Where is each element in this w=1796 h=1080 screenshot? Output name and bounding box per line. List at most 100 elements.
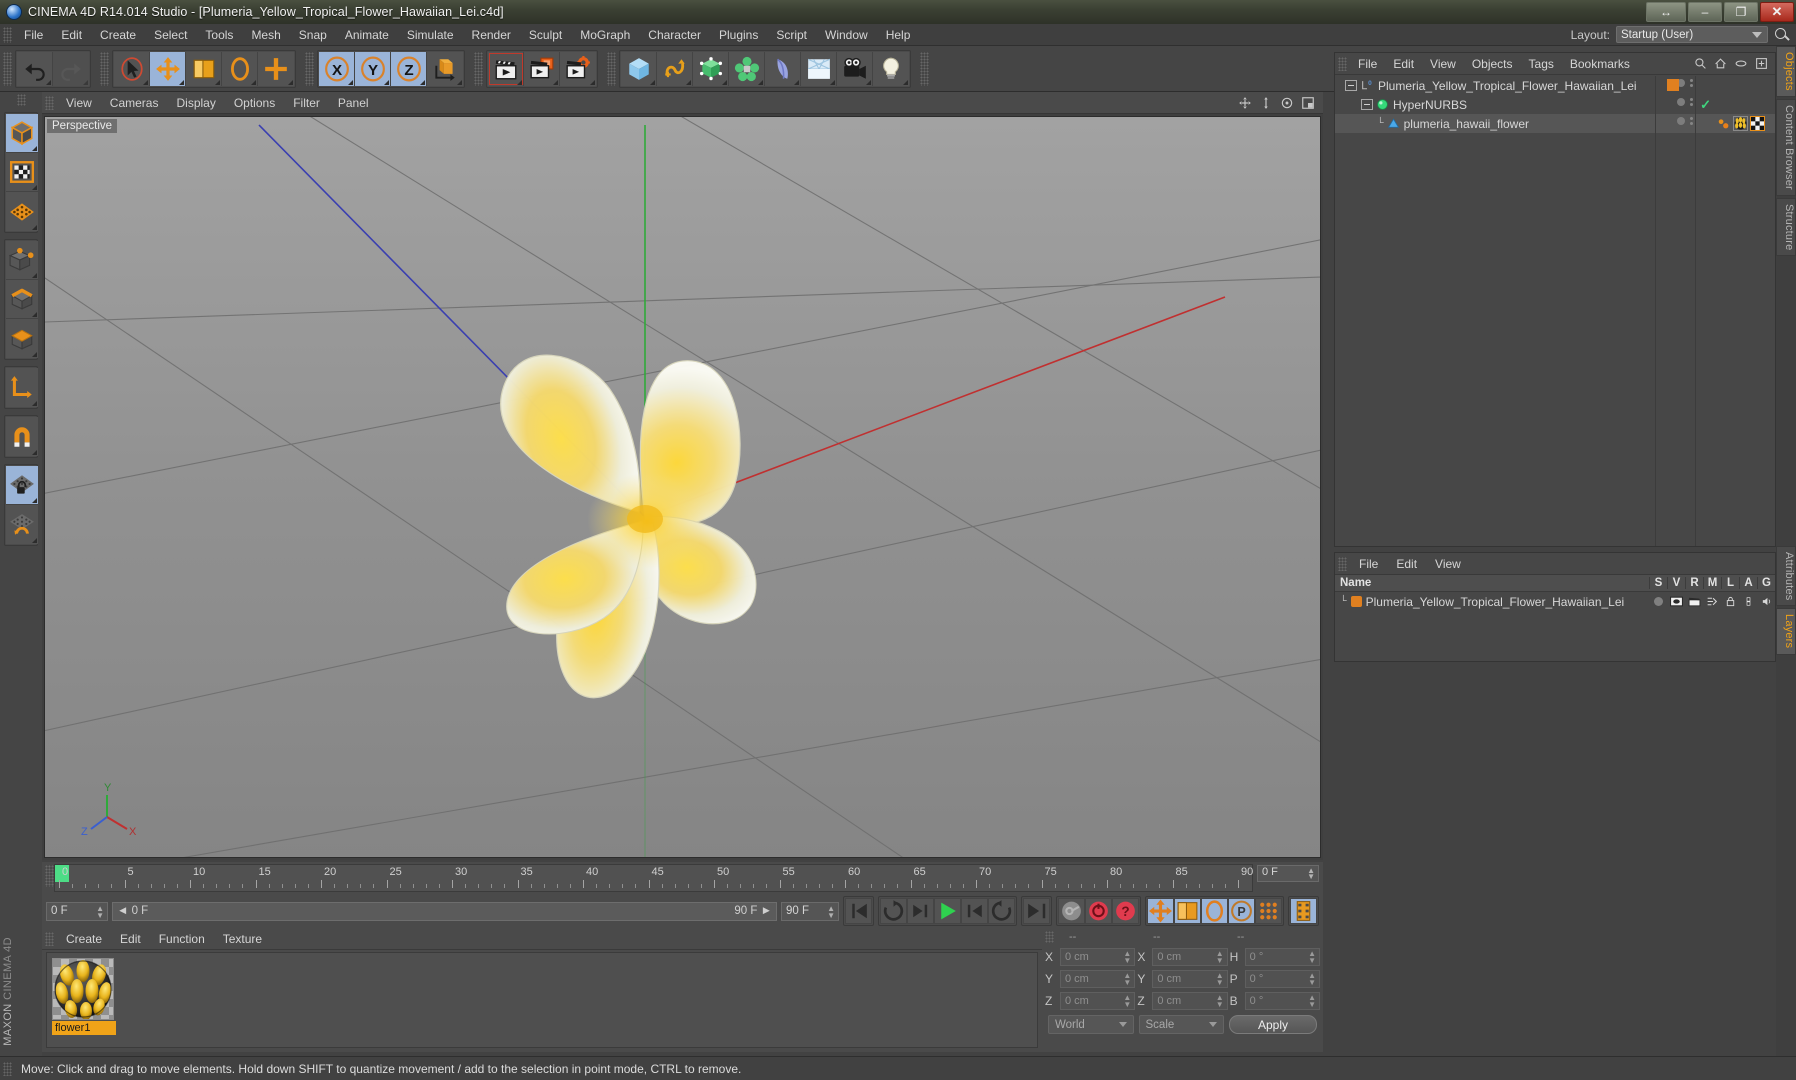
max-frame-field[interactable]: 90 F ▲ ▼ xyxy=(781,901,839,921)
menu-item-snap[interactable]: Snap xyxy=(290,26,336,44)
menu-item-function[interactable]: Function xyxy=(150,930,214,948)
record-active-objects-button[interactable] xyxy=(1058,898,1085,924)
spinner-icon[interactable]: ▲ ▼ xyxy=(1308,994,1316,1009)
toolbar-grip-handle[interactable] xyxy=(920,51,929,86)
rotate-view-icon[interactable] xyxy=(1280,96,1294,110)
scale-tool[interactable] xyxy=(186,51,222,86)
undo-button[interactable] xyxy=(17,51,53,86)
menu-item-window[interactable]: Window xyxy=(816,26,877,44)
search-icon[interactable] xyxy=(1774,27,1790,43)
position-z-input[interactable]: 0 cm ▲ ▼ xyxy=(1060,992,1136,1010)
model-mode-button[interactable] xyxy=(6,114,38,153)
layer-column-header-a[interactable]: A xyxy=(1739,577,1757,589)
add-light-button[interactable] xyxy=(873,51,909,86)
parameter-key-button[interactable]: P xyxy=(1228,898,1255,924)
add-spline-button[interactable] xyxy=(657,51,693,86)
layer-lock-cell[interactable] xyxy=(1721,596,1739,607)
point-level-animation-button[interactable] xyxy=(1255,898,1282,924)
layout-select[interactable]: Startup (User) xyxy=(1616,26,1768,43)
menu-item-bookmarks[interactable]: Bookmarks xyxy=(1562,55,1638,73)
polygons-mode-button[interactable] xyxy=(6,319,38,358)
live-selection-tool[interactable] xyxy=(114,51,150,86)
layer-color-swatch[interactable] xyxy=(1350,596,1362,607)
left-toolbar-grip-handle[interactable] xyxy=(16,94,26,106)
previous-frame-button[interactable] xyxy=(907,898,934,924)
spinner-icon[interactable]: ▲ ▼ xyxy=(827,904,835,919)
layer-table-body[interactable]: └ Plumeria_Yellow_Tropical_Flower_Hawaiia… xyxy=(1335,592,1775,611)
menu-item-edit[interactable]: Edit xyxy=(111,930,150,948)
spinner-icon[interactable]: ▲ ▼ xyxy=(1123,994,1131,1009)
toolbar-grip-handle[interactable] xyxy=(3,51,12,86)
collapse-expander-icon[interactable] xyxy=(1345,80,1357,91)
layer-row[interactable]: └ Plumeria_Yellow_Tropical_Flower_Hawaiia… xyxy=(1335,592,1775,611)
menu-item-script[interactable]: Script xyxy=(767,26,816,44)
layer-manager-grip-handle[interactable] xyxy=(1338,556,1347,571)
menu-item-filter[interactable]: Filter xyxy=(284,94,329,112)
world-object-coordinate-toggle[interactable] xyxy=(427,51,463,86)
menu-item-edit[interactable]: Edit xyxy=(1387,555,1426,573)
layer-visible-cell[interactable] xyxy=(1667,596,1685,607)
perspective-viewport[interactable]: Perspective Y X Z xyxy=(44,116,1321,858)
menu-item-tags[interactable]: Tags xyxy=(1521,55,1562,73)
lock-z-axis[interactable]: Z xyxy=(391,51,427,86)
toolbar-grip-handle[interactable] xyxy=(100,51,109,86)
coordinate-system-select[interactable]: World xyxy=(1048,1015,1134,1034)
collapse-expander-icon[interactable] xyxy=(1361,99,1373,110)
minimize-button[interactable]: – xyxy=(1688,2,1722,22)
spinner-icon[interactable]: ▲ ▼ xyxy=(1307,867,1315,881)
layer-solo-cell[interactable] xyxy=(1649,597,1667,606)
add-nurbs-button[interactable] xyxy=(693,51,729,86)
next-frame-button[interactable] xyxy=(961,898,988,924)
autokeying-button[interactable] xyxy=(1085,898,1112,924)
restore-arrows-button[interactable]: ↔ xyxy=(1646,2,1686,22)
rotation-h-input[interactable]: 0 ° ▲ ▼ xyxy=(1244,948,1320,966)
layer-generator-cell[interactable] xyxy=(1757,596,1775,607)
menu-item-animate[interactable]: Animate xyxy=(336,26,398,44)
viewport-grip-handle[interactable] xyxy=(45,95,54,110)
size-y-input[interactable]: 0 cm ▲ ▼ xyxy=(1152,970,1228,988)
menu-item-view[interactable]: View xyxy=(1422,55,1464,73)
spinner-icon[interactable]: ▲ ▼ xyxy=(1308,950,1316,965)
spinner-icon[interactable]: ▲ ▼ xyxy=(1216,972,1224,987)
points-mode-button[interactable] xyxy=(6,241,38,280)
menu-item-cameras[interactable]: Cameras xyxy=(101,94,168,112)
apply-button[interactable]: Apply xyxy=(1229,1015,1317,1034)
render-view-button[interactable] xyxy=(488,51,524,86)
menu-item-mograph[interactable]: MoGraph xyxy=(571,26,639,44)
maximize-view-icon[interactable] xyxy=(1301,96,1315,110)
play-button[interactable] xyxy=(934,898,961,924)
redo-button[interactable] xyxy=(53,51,89,86)
add-floor-button[interactable] xyxy=(801,51,837,86)
rotate-tool[interactable] xyxy=(222,51,258,86)
material-swatch[interactable]: flower1 xyxy=(52,958,116,1035)
dolly-view-icon[interactable] xyxy=(1259,96,1273,110)
position-y-input[interactable]: 0 cm ▲ ▼ xyxy=(1060,970,1136,988)
layer-animation-cell[interactable] xyxy=(1739,596,1757,607)
menu-item-objects[interactable]: Objects xyxy=(1464,55,1521,73)
edge-tab-attributes[interactable]: Attributes xyxy=(1776,546,1796,607)
pan-view-icon[interactable] xyxy=(1238,96,1252,110)
menu-item-create[interactable]: Create xyxy=(57,930,111,948)
maximize-button[interactable]: ❐ xyxy=(1724,2,1758,22)
menu-item-render[interactable]: Render xyxy=(463,26,520,44)
menu-item-display[interactable]: Display xyxy=(167,94,224,112)
plus-box-icon[interactable] xyxy=(1755,57,1768,70)
spinner-icon[interactable]: ▲ ▼ xyxy=(1216,994,1224,1009)
position-key-button[interactable] xyxy=(1147,898,1174,924)
edge-tab-content-browser[interactable]: Content Browser xyxy=(1776,98,1796,196)
lock-workplane-button[interactable] xyxy=(6,466,38,505)
menu-item-edit[interactable]: Edit xyxy=(1385,55,1422,73)
menu-item-help[interactable]: Help xyxy=(877,26,920,44)
rotation-b-input[interactable]: 0 ° ▲ ▼ xyxy=(1244,992,1320,1010)
menu-item-texture[interactable]: Texture xyxy=(214,930,271,948)
spinner-icon[interactable]: ▲ ▼ xyxy=(1123,972,1131,987)
menu-item-tools[interactable]: Tools xyxy=(196,26,242,44)
spinner-icon[interactable]: ▲ ▼ xyxy=(1216,950,1224,965)
layer-column-header-r[interactable]: R xyxy=(1685,577,1703,589)
keyframe-selection-button[interactable]: ? xyxy=(1112,898,1139,924)
size-x-input[interactable]: 0 cm ▲ ▼ xyxy=(1152,948,1228,966)
layer-column-header-v[interactable]: V xyxy=(1667,577,1685,589)
menu-item-select[interactable]: Select xyxy=(145,26,196,44)
add-tool[interactable] xyxy=(258,51,294,86)
timeline-filmstrip-button[interactable] xyxy=(1290,898,1317,924)
